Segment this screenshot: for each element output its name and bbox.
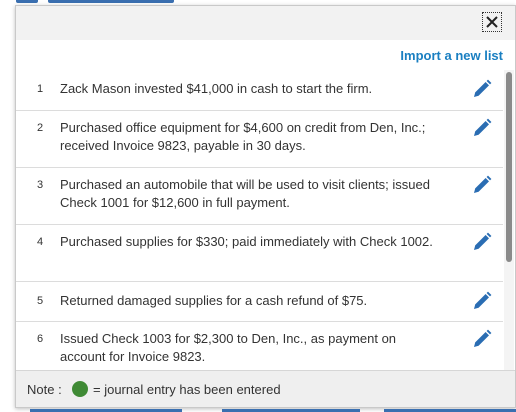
green-dot-icon — [72, 381, 88, 397]
transaction-text: Purchased an automobile that will be use… — [60, 177, 430, 210]
close-button[interactable] — [482, 12, 502, 32]
edit-button[interactable] — [472, 232, 492, 252]
scrollbar-thumb[interactable] — [506, 72, 512, 262]
transaction-text: Issued Check 1003 for $2,300 to Den, Inc… — [60, 331, 397, 364]
transaction-number: 6 — [37, 333, 44, 345]
transaction-number: 2 — [37, 122, 44, 134]
edit-button[interactable] — [472, 291, 492, 311]
pencil-icon — [474, 118, 492, 136]
close-x-icon — [486, 16, 498, 28]
transaction-text: Returned damaged supplies for a cash ref… — [60, 293, 368, 308]
transaction-row: 4 Purchased supplies for $330; paid imme… — [16, 224, 503, 281]
pencil-icon — [474, 79, 492, 97]
transaction-text: Purchased supplies for $330; paid immedi… — [60, 234, 433, 249]
transaction-number: 4 — [37, 236, 44, 248]
dialog-header — [16, 6, 515, 40]
transaction-number: 3 — [37, 179, 44, 191]
pencil-icon — [474, 291, 492, 309]
transaction-text: Purchased office equipment for $4,600 on… — [60, 120, 426, 153]
page: Import a new list 1 Zack Mason invested … — [0, 0, 516, 412]
edit-button[interactable] — [472, 118, 492, 138]
transaction-row: 3 Purchased an automobile that will be u… — [16, 167, 503, 224]
edit-button[interactable] — [472, 329, 492, 349]
pencil-icon — [474, 232, 492, 250]
transaction-row: 2 Purchased office equipment for $4,600 … — [16, 110, 503, 167]
edit-button[interactable] — [472, 79, 492, 99]
note-text: = journal entry has been entered — [93, 382, 281, 397]
background-tab[interactable] — [16, 0, 38, 3]
transaction-number: 1 — [37, 83, 44, 95]
transaction-row: 5 Returned damaged supplies for a cash r… — [16, 281, 503, 321]
import-new-list-link[interactable]: Import a new list — [400, 48, 503, 63]
transaction-row: 1 Zack Mason invested $41,000 in cash to… — [16, 70, 503, 110]
background-tab[interactable] — [48, 0, 174, 3]
legend-note: Note : = journal entry has been entered — [16, 370, 515, 407]
transaction-list-dialog: Import a new list 1 Zack Mason invested … — [15, 5, 516, 408]
note-label: Note : — [27, 382, 62, 397]
edit-button[interactable] — [472, 175, 492, 195]
pencil-icon — [474, 329, 492, 347]
transaction-text: Zack Mason invested $41,000 in cash to s… — [60, 81, 373, 96]
transaction-number: 5 — [37, 295, 44, 307]
pencil-icon — [474, 175, 492, 193]
transaction-list: 1 Zack Mason invested $41,000 in cash to… — [16, 70, 503, 378]
